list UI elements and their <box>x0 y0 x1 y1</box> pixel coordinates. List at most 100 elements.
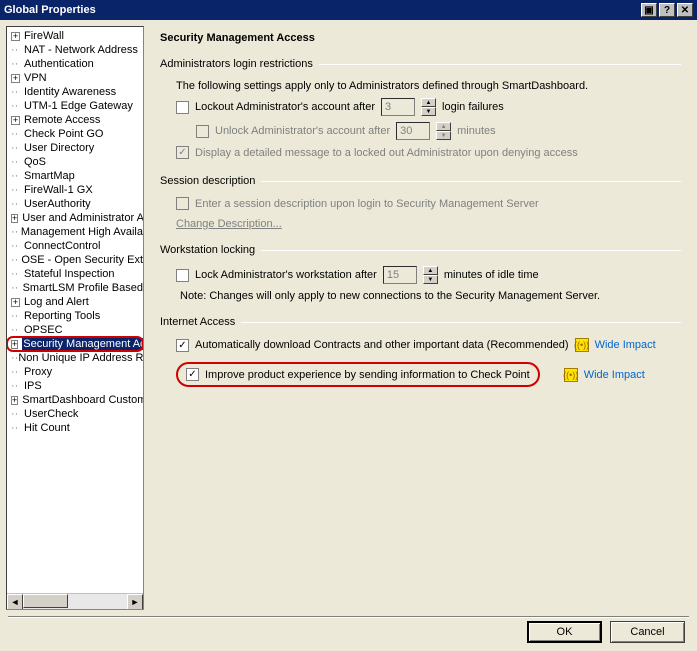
scroll-right-button[interactable]: ► <box>127 594 143 610</box>
cancel-button[interactable]: Cancel <box>610 621 685 643</box>
unlock-minutes-spinner: ▲▼ <box>436 122 451 140</box>
expand-icon[interactable]: + <box>11 32 20 41</box>
tree-item-vpn[interactable]: +VPN <box>7 71 143 85</box>
change-description-link: Change Description... <box>176 218 282 230</box>
lockout-count-input: 3 <box>381 98 415 116</box>
lockout-label: Lockout Administrator's account after <box>195 101 375 113</box>
tree-item-user-directory[interactable]: ··User Directory <box>7 141 143 155</box>
wide-impact-icon: ((•)) <box>575 338 589 352</box>
window-title: Global Properties <box>4 4 96 16</box>
tree-item-label: OPSEC <box>24 324 63 336</box>
tree-dots-icon: ·· <box>11 282 23 294</box>
tree-item-opsec[interactable]: ··OPSEC <box>7 323 143 337</box>
tree-item-security-management-ac[interactable]: + Security Management Ac <box>7 337 143 351</box>
tree-dots-icon: ·· <box>11 268 24 280</box>
tree-dots-icon: ·· <box>11 240 24 252</box>
tree-dots-icon: ·· <box>11 226 21 238</box>
tree-dots-icon: ·· <box>11 44 24 56</box>
help-button[interactable]: ? <box>659 3 675 17</box>
tree-item-label: SmartDashboard Custom <box>22 394 143 406</box>
group-internet-title: Internet Access <box>160 316 235 328</box>
tree-item-smartdashboard-custom[interactable]: + SmartDashboard Custom <box>7 393 143 407</box>
tree-item-label: Hit Count <box>24 422 70 434</box>
wide-impact-link-1[interactable]: Wide Impact <box>595 339 656 351</box>
tree-item-log-and-alert[interactable]: + Log and Alert <box>7 295 143 309</box>
expand-icon[interactable]: + <box>11 298 20 307</box>
tree-item-smartmap[interactable]: ··SmartMap <box>7 169 143 183</box>
group-session-desc: Session description Enter a session desc… <box>160 175 681 230</box>
tree-dots-icon: ·· <box>11 86 24 98</box>
expand-icon[interactable]: + <box>11 116 20 125</box>
page-title: Security Management Access <box>160 32 681 44</box>
tree-horizontal-scrollbar[interactable]: ◄ ► <box>7 593 143 609</box>
nav-tree: +FireWall··NAT - Network Address··Authen… <box>6 26 144 610</box>
tree-dots-icon: ·· <box>11 422 24 434</box>
tree-item-label: Stateful Inspection <box>24 268 115 280</box>
expand-icon[interactable]: + <box>11 74 20 83</box>
tree-item-label: IPS <box>24 380 42 392</box>
tree-item-firewall[interactable]: +FireWall <box>7 29 143 43</box>
group-internet-access: Internet Access Automatically download C… <box>160 316 681 397</box>
improve-checkbox[interactable] <box>186 368 199 381</box>
tree-item-ose-open-security-ext[interactable]: ··OSE - Open Security Ext <box>7 253 143 267</box>
tree-item-check-point-go[interactable]: ··Check Point GO <box>7 127 143 141</box>
admin-intro-text: The following settings apply only to Adm… <box>176 80 588 92</box>
tree-item-label: QoS <box>24 156 46 168</box>
tree-item-firewall-1-gx[interactable]: ··FireWall-1 GX <box>7 183 143 197</box>
tree-item-smartlsm-profile-based[interactable]: ··SmartLSM Profile Based <box>7 281 143 295</box>
unlock-suffix: minutes <box>457 125 496 137</box>
tree-item-proxy[interactable]: ··Proxy <box>7 365 143 379</box>
lock-workstation-suffix: minutes of idle time <box>444 269 539 281</box>
tree-item-label: Log and Alert <box>24 296 89 308</box>
tree-item-connectcontrol[interactable]: ··ConnectControl <box>7 239 143 253</box>
lockout-checkbox[interactable] <box>176 101 189 114</box>
group-admin-login: Administrators login restrictions The fo… <box>160 58 681 165</box>
tree-dots-icon: ·· <box>11 142 24 154</box>
tree-item-label: UTM-1 Edge Gateway <box>24 100 133 112</box>
wide-impact-link-2[interactable]: Wide Impact <box>584 369 645 381</box>
tree-dots-icon: ·· <box>11 408 24 420</box>
lockout-suffix: login failures <box>442 101 504 113</box>
lock-minutes-spinner: ▲▼ <box>423 266 438 284</box>
titlebar: Global Properties ▣ ? ✕ <box>0 0 697 20</box>
tree-item-nat-network-address[interactable]: ··NAT - Network Address <box>7 43 143 57</box>
lock-workstation-label: Lock Administrator's workstation after <box>195 269 377 281</box>
tree-dots-icon: ·· <box>11 128 24 140</box>
tree-item-non-unique-ip-address-r[interactable]: ··Non Unique IP Address R <box>7 351 143 365</box>
tree-item-usercheck[interactable]: ··UserCheck <box>7 407 143 421</box>
lock-workstation-checkbox[interactable] <box>176 269 189 282</box>
session-desc-checkbox <box>176 197 189 210</box>
auto-download-checkbox[interactable] <box>176 339 189 352</box>
tree-dots-icon: ·· <box>11 254 21 266</box>
scroll-left-button[interactable]: ◄ <box>7 594 23 610</box>
tree-item-label: Non Unique IP Address R <box>18 352 143 364</box>
scroll-thumb[interactable] <box>23 594 68 608</box>
tree-item-management-high-availa[interactable]: ··Management High Availa <box>7 225 143 239</box>
context-help-button[interactable]: ▣ <box>641 3 657 17</box>
tree-item-label: User Directory <box>24 142 94 154</box>
tree-item-authentication[interactable]: ··Authentication <box>7 57 143 71</box>
expand-icon[interactable]: + <box>11 214 18 223</box>
tree-item-identity-awareness[interactable]: ··Identity Awareness <box>7 85 143 99</box>
expand-icon[interactable]: + <box>11 340 18 349</box>
tree-item-hit-count[interactable]: ··Hit Count <box>7 421 143 435</box>
unlock-checkbox <box>196 125 209 138</box>
tree-item-ips[interactable]: ··IPS <box>7 379 143 393</box>
ok-button[interactable]: OK <box>527 621 602 643</box>
tree-item-user-and-administrator-a[interactable]: +User and Administrator A <box>7 211 143 225</box>
tree-item-userauthority[interactable]: ··UserAuthority <box>7 197 143 211</box>
tree-item-utm-1-edge-gateway[interactable]: ··UTM-1 Edge Gateway <box>7 99 143 113</box>
tree-item-label: Check Point GO <box>24 128 103 140</box>
unlock-minutes-input: 30 <box>396 122 430 140</box>
tree-item-label: Identity Awareness <box>24 86 116 98</box>
tree-dots-icon: ·· <box>11 324 24 336</box>
expand-icon[interactable]: + <box>11 396 18 405</box>
tree-item-label: Security Management Ac <box>22 338 143 350</box>
tree-item-remote-access[interactable]: +Remote Access <box>7 113 143 127</box>
tree-item-reporting-tools[interactable]: ··Reporting Tools <box>7 309 143 323</box>
tree-dots-icon: ·· <box>11 310 24 322</box>
close-button[interactable]: ✕ <box>677 3 693 17</box>
tree-item-stateful-inspection[interactable]: ··Stateful Inspection <box>7 267 143 281</box>
tree-item-qos[interactable]: ··QoS <box>7 155 143 169</box>
tree-item-label: SmartLSM Profile Based <box>23 282 143 294</box>
